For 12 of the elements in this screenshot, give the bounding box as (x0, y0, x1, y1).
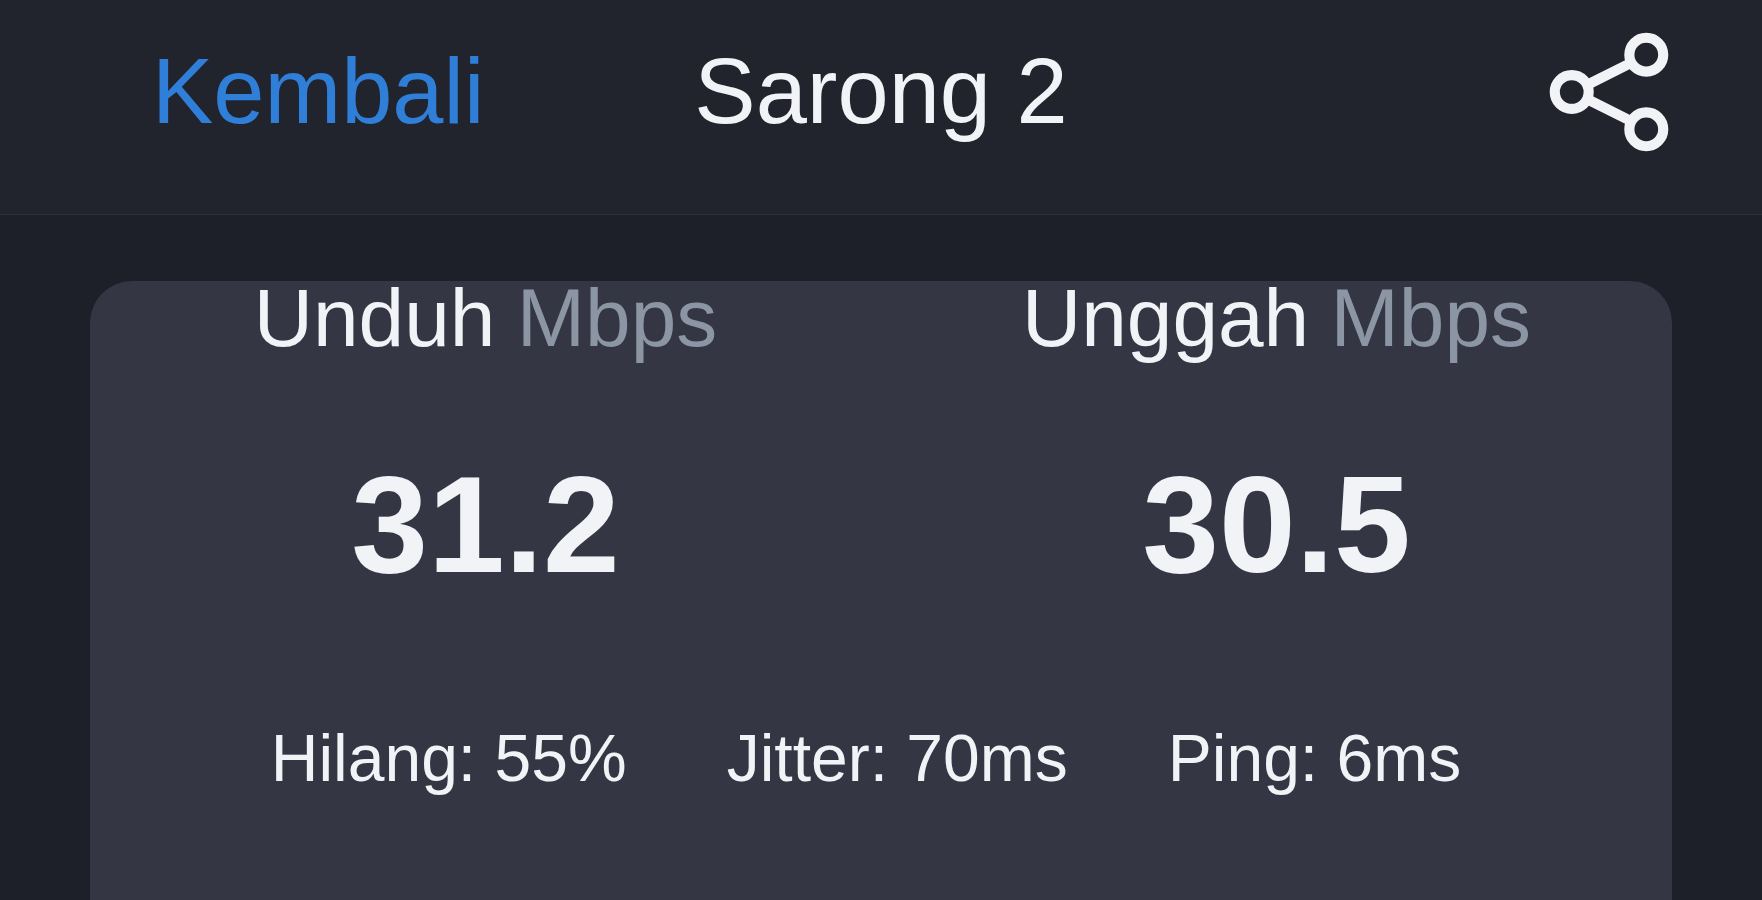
share-icon[interactable] (1548, 31, 1670, 153)
metric-label: Unduh (253, 271, 496, 365)
unit-label: Mbps (516, 271, 718, 365)
stat-text: Hilang: 55% (270, 721, 627, 797)
metric-label: Unggah (1021, 271, 1310, 365)
unit-label: Mbps (1330, 271, 1532, 365)
stat-text: Jitter: 70ms (726, 721, 1068, 797)
page-title: Sarong 2 (694, 40, 1068, 143)
stat-text: Ping: 6ms (1167, 721, 1462, 797)
back-link[interactable]: Kembali (152, 39, 485, 145)
speed-value: 30.5 (1142, 449, 1411, 602)
speed-value: 31.2 (351, 449, 620, 602)
